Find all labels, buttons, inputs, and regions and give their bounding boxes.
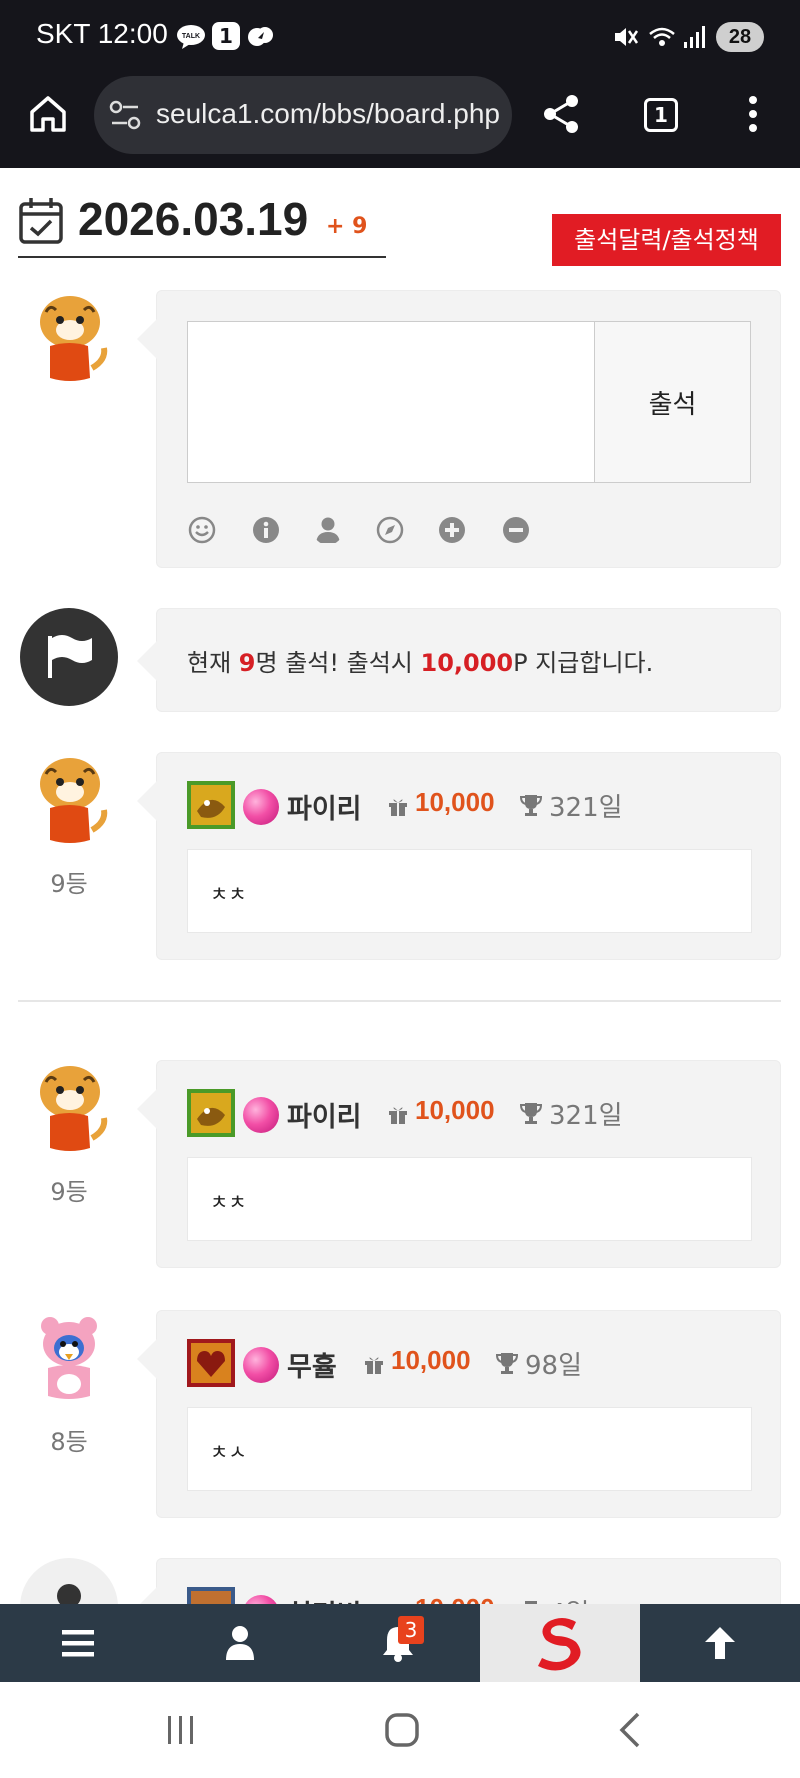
site-logo-button[interactable] <box>480 1604 640 1682</box>
signal-icon <box>684 26 705 48</box>
notice-text: 현재 9명 출석! 출석시 10,000P 지급합니다. <box>187 649 654 677</box>
mute-icon <box>615 28 639 46</box>
gem-icon <box>243 789 279 825</box>
attendance-entry: 파이리 10,000 321일 ㅊㅊ <box>137 1060 781 1268</box>
calendar-check-icon <box>19 198 63 244</box>
trophy-icon <box>519 1103 543 1124</box>
gift-icon <box>389 799 407 816</box>
scroll-top-button[interactable] <box>640 1604 800 1682</box>
tiger-avatar-icon <box>40 758 108 843</box>
attendance-entry: 파이리 10,000 321일 ㅊㅊ <box>137 752 781 960</box>
attendance-notice: 현재 9명 출석! 출석시 10,000P 지급합니다. <box>137 608 781 712</box>
more-menu-icon[interactable] <box>740 92 766 136</box>
points-value: 10,000 <box>415 787 495 817</box>
arrow-up-icon <box>705 1627 735 1659</box>
gem-icon <box>243 1347 279 1383</box>
rank-label: 8등 <box>50 1428 88 1456</box>
attendance-calendar-button[interactable]: 출석달력/출석정책 <box>552 214 781 266</box>
site-logo <box>538 1618 581 1671</box>
trophy-icon <box>519 795 543 816</box>
rank-label: 9등 <box>50 1178 88 1206</box>
flag-avatar <box>20 608 118 706</box>
rank-label: 9등 <box>50 870 88 898</box>
attendance-date: 2026.03.19 <box>78 193 309 245</box>
tab-switcher-button[interactable]: 1 <box>644 98 678 132</box>
browser-toolbar: seulca1.com/bbs/board.php 1 <box>0 72 800 168</box>
tiger-avatar-icon <box>40 296 108 381</box>
wifi-icon <box>649 27 675 46</box>
nickname[interactable]: 파이리 <box>287 787 362 826</box>
level-icon <box>187 1089 235 1137</box>
home-key-icon[interactable] <box>382 1710 422 1750</box>
streak-days: 321일 <box>549 793 623 823</box>
avatar[interactable] <box>20 750 118 848</box>
user-icon <box>226 1626 254 1660</box>
system-navigation <box>0 1682 800 1778</box>
attendance-memo-input[interactable] <box>187 321 595 483</box>
back-icon[interactable] <box>610 1710 650 1750</box>
number-badge-icon: 1 <box>212 22 240 50</box>
attendance-count: + 9 <box>326 214 368 239</box>
tiger-avatar-icon <box>40 1066 108 1151</box>
pink-bear-avatar-icon <box>41 1317 97 1399</box>
recents-icon[interactable] <box>160 1710 200 1750</box>
date-underline <box>18 256 386 258</box>
avatar <box>20 288 118 386</box>
battery-indicator: 28 <box>716 22 764 52</box>
talk-icon: TALK <box>177 25 205 49</box>
user-icon[interactable] <box>313 515 343 545</box>
smile-icon[interactable] <box>187 515 217 545</box>
menu-button[interactable] <box>0 1604 160 1682</box>
attendance-form: 출석 <box>137 290 781 568</box>
attendance-submit-button[interactable]: 출석 <box>594 321 751 483</box>
avatar[interactable] <box>20 1308 118 1406</box>
flag-icon <box>48 635 92 678</box>
compass-icon[interactable] <box>375 515 405 545</box>
cloud-icon <box>248 27 273 46</box>
divider <box>18 1000 781 1002</box>
profile-button[interactable] <box>160 1604 320 1682</box>
status-bar: SKT 12:00 TALK 1 28 <box>0 0 800 72</box>
home-icon[interactable] <box>26 92 70 136</box>
gem-icon <box>243 1097 279 1133</box>
trophy-icon <box>495 1353 519 1374</box>
plus-circle-icon[interactable] <box>437 515 467 545</box>
address-bar[interactable]: seulca1.com/bbs/board.php <box>94 76 512 154</box>
nickname[interactable]: 무휼 <box>287 1345 337 1384</box>
points-value: 10,000 <box>391 1345 471 1375</box>
attendance-comment: ㅊㅊ <box>187 1157 752 1241</box>
points-value: 10,000 <box>415 1095 495 1125</box>
nickname[interactable]: 파이리 <box>287 1095 362 1134</box>
notification-count-badge: 3 <box>398 1616 424 1644</box>
notice-points: 10,000 <box>420 649 514 677</box>
attendance-comment: ㅊㅅ <box>187 1407 752 1491</box>
minus-circle-icon[interactable] <box>501 515 531 545</box>
carrier-time: SKT 12:00 <box>36 18 168 49</box>
gift-icon <box>365 1357 383 1374</box>
streak-days: 98일 <box>525 1351 583 1381</box>
notice-count: 9 <box>238 649 256 677</box>
gift-icon <box>389 1107 407 1124</box>
site-settings-icon[interactable] <box>108 98 142 132</box>
info-icon[interactable] <box>251 515 281 545</box>
level-icon <box>187 781 235 829</box>
url-text: seulca1.com/bbs/board.php <box>156 98 500 129</box>
svg-text:TALK: TALK <box>182 33 200 40</box>
menu-icon <box>62 1630 94 1657</box>
streak-days: 321일 <box>549 1101 623 1131</box>
level-icon <box>187 1339 235 1387</box>
attendance-entry: 무휼 10,000 98일 ㅊㅅ <box>137 1310 781 1518</box>
share-icon[interactable] <box>540 92 584 136</box>
bottom-nav: 3 <box>0 1604 800 1682</box>
avatar[interactable] <box>20 1058 118 1156</box>
attendance-comment: ㅊㅊ <box>187 849 752 933</box>
